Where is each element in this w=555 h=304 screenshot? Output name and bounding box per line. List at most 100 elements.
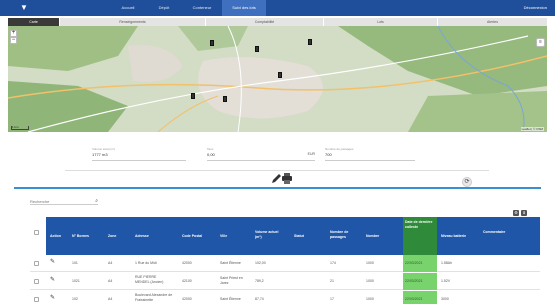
map-marker[interactable] (308, 39, 312, 45)
map-marker[interactable] (278, 72, 282, 78)
cell-zone: A4 (108, 297, 113, 301)
map-marker[interactable] (191, 93, 195, 99)
zoom-in-button[interactable]: + (10, 30, 17, 37)
taux-value: 0,00 (207, 152, 215, 157)
table-row[interactable]: ✎ 101 A4 1 Rue du Midi 42000 Saint Étien… (30, 255, 540, 272)
th-batterie[interactable]: Niveau batterie (441, 234, 466, 239)
map-attribution[interactable]: Leaflet | © OSM (520, 127, 544, 131)
map-scale: 1 km (11, 126, 29, 130)
pencil-icon[interactable]: ✎ (50, 294, 55, 301)
th-volume[interactable]: Volume actuel (m³) (255, 230, 285, 239)
cell-volume: 87,74 (255, 297, 264, 301)
refresh-icon[interactable]: ⟳ (462, 177, 472, 187)
cell-ville: Saint Étienne (220, 261, 241, 265)
table-row[interactable]: ✎ 1021 A4 RUE PIERRE MENDEL (Ancien) 421… (30, 273, 540, 290)
map-marker[interactable] (223, 96, 227, 102)
pencil-icon[interactable] (272, 174, 281, 183)
th-num[interactable]: N° Bornes (72, 234, 89, 239)
top-navbar: ▼ Accueil Dépôt Conteneur Suivi des lots… (0, 0, 555, 16)
taux-unit: EUR (307, 152, 315, 156)
row-checkbox[interactable] (34, 279, 39, 284)
search-box: ⌕ (30, 197, 98, 205)
zoom-out-button[interactable]: − (10, 37, 17, 44)
cell-passages: 174 (330, 261, 336, 265)
table-tools: ⚙ ⬇ (513, 210, 527, 216)
cell-ville: Saint Priest en Jarez (220, 276, 243, 285)
nav-item-4[interactable]: Suivi des lots (222, 0, 266, 16)
cell-volume: 789,2 (255, 279, 264, 283)
layers-icon[interactable]: ≡ (536, 38, 545, 47)
volume-value: 1777 m3 (92, 152, 108, 157)
cell-ville: Saint Étienne (220, 297, 241, 301)
cell-zone: A4 (108, 261, 113, 265)
tab-alertes[interactable]: Alertes (438, 18, 547, 26)
passages-value: 700 (325, 152, 332, 157)
select-all-checkbox[interactable] (34, 230, 39, 235)
th-cp[interactable]: Code Postal (182, 234, 202, 239)
cell-cp: 42000 (182, 261, 192, 265)
table-row[interactable]: ✎ 102 A4 Boulevard Alexandre de Fraissin… (30, 291, 540, 304)
tab-comptabilite[interactable]: Comptabilité (206, 18, 324, 26)
tab-lots[interactable]: Lots (324, 18, 438, 26)
map-marker[interactable] (210, 40, 214, 46)
search-input[interactable] (30, 197, 84, 205)
cell-batterie: 1.58Ah (441, 261, 453, 265)
cell-adresse: RUE PIERRE MENDEL (Ancien) (135, 275, 164, 284)
cell-num: 102 (72, 297, 78, 301)
cell-passages: 21 (330, 279, 334, 283)
pencil-icon[interactable]: ✎ (50, 276, 55, 283)
columns-icon[interactable]: ⚙ (513, 210, 519, 216)
th-action[interactable]: Action (50, 234, 61, 239)
cell-batterie: 1.52V (441, 279, 451, 283)
th-zone[interactable]: Zone (108, 234, 116, 239)
cell-date: 22/03/2021 (403, 291, 437, 304)
cell-nombre: 1000 (366, 279, 374, 283)
cell-num: 101 (72, 261, 78, 265)
taux-label: Taux (207, 147, 214, 151)
cell-date: 22/03/2021 (403, 255, 437, 272)
tab-carte[interactable]: Carte (8, 18, 60, 26)
passages-field: Nombre de passages 700 (325, 147, 415, 161)
cell-batterie: 3000 (441, 297, 449, 301)
cell-nombre: 1000 (366, 297, 374, 301)
printer-icon[interactable] (282, 173, 292, 184)
table-header: Action N° Bornes Zone Adresse Code Posta… (46, 217, 540, 255)
volume-field: Volume total (m³) 1777 m3 (92, 147, 186, 161)
tab-renseignements[interactable]: Renseignements (60, 18, 206, 26)
cell-adresse: 1 Rue du Midi (135, 261, 157, 265)
map-marker[interactable] (255, 46, 259, 52)
export-icon[interactable]: ⬇ (521, 210, 527, 216)
cell-zone: A4 (108, 279, 113, 283)
nav-item-2[interactable]: Dépôt (146, 0, 182, 16)
subtabs-bar: Carte Renseignements Comptabilité Lots A… (8, 18, 547, 26)
map-view[interactable]: + − ≡ 1 km Leaflet | © OSM (8, 26, 547, 132)
cell-cp: 42100 (182, 279, 192, 283)
logo-icon[interactable]: ▼ (19, 3, 29, 13)
cell-adresse: Boulevard Alexandre de Fraissinette (135, 293, 173, 302)
th-comment[interactable]: Commentaire (483, 230, 513, 235)
cell-nombre: 1000 (366, 261, 374, 265)
search-icon[interactable]: ⌕ (95, 197, 98, 205)
logout-link[interactable]: Déconnexion (524, 0, 547, 16)
taux-field: Taux 0,00 EUR (207, 147, 315, 161)
nav-item-3[interactable]: Conteneur (182, 0, 222, 16)
tool-icons (271, 171, 293, 185)
cell-cp: 42000 (182, 297, 192, 301)
row-checkbox[interactable] (34, 261, 39, 266)
cell-date: 22/03/2021 (403, 273, 437, 290)
th-passages[interactable]: Nombre de passages (330, 230, 362, 239)
accent-divider (14, 187, 541, 189)
row-checkbox[interactable] (34, 297, 39, 302)
th-date[interactable]: Date de dernière collecte (403, 217, 437, 255)
th-adresse[interactable]: Adresse (135, 234, 149, 239)
th-statut[interactable]: Statut (294, 234, 304, 239)
th-ville[interactable]: Ville (220, 234, 227, 239)
volume-label: Volume total (m³) (92, 147, 115, 151)
pencil-icon[interactable]: ✎ (50, 258, 55, 265)
th-nombre[interactable]: Nombre (366, 234, 379, 239)
map-tiles (8, 26, 547, 132)
nav-item-1[interactable]: Accueil (110, 0, 146, 16)
passages-label: Nombre de passages (325, 147, 354, 151)
cell-passages: 17 (330, 297, 334, 301)
cell-num: 1021 (72, 279, 80, 283)
